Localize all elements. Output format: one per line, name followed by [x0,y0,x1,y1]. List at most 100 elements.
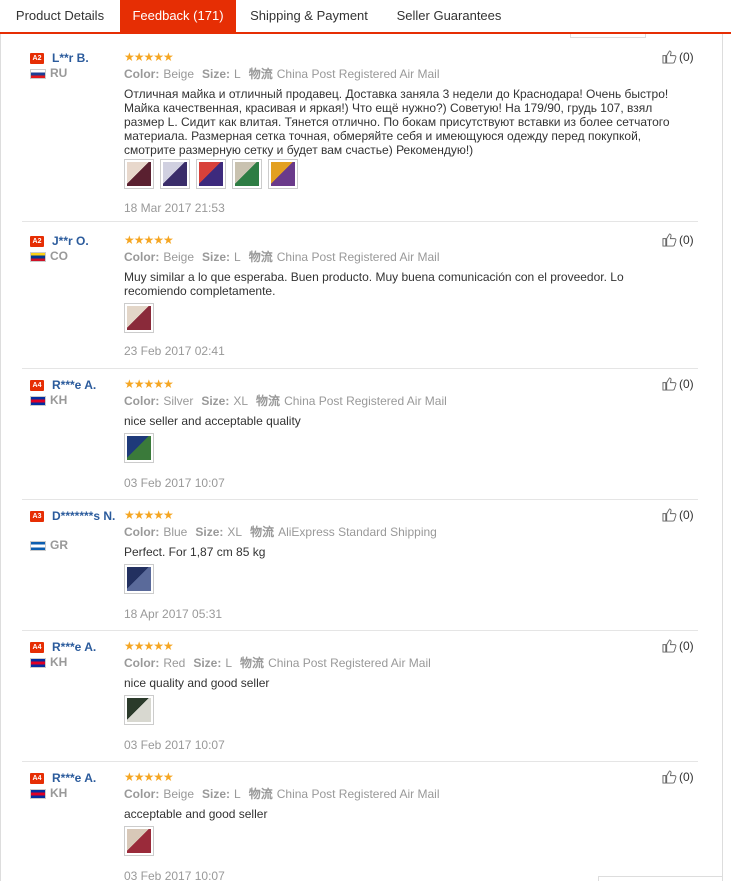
buyer-country: KH [50,655,68,669]
review-photo-thumbnail[interactable] [124,433,154,463]
thumbs-up-icon [662,770,677,784]
review-photo-thumbnail[interactable] [124,826,154,856]
buyer-name[interactable]: D*******s N. [52,509,132,523]
star-rating: ★★★★★ [124,770,174,784]
review-photo-image [127,567,151,591]
review-text: nice quality and good seller [124,676,270,690]
helpful-count: (0) [679,639,694,653]
star-rating: ★★★★★ [124,377,174,391]
review-photos [124,159,298,189]
buyer-name[interactable]: R***e A. [52,378,132,392]
shipping-value: China Post Registered Air Mail [276,67,440,81]
shipping-value: AliExpress Standard Shipping [278,525,437,539]
country-flag-icon [30,789,46,799]
review-date: 03 Feb 2017 10:07 [124,476,225,490]
buyer-level-badge: A3 [30,511,44,522]
tab-feedback[interactable]: Feedback (171) [120,0,236,32]
review-photo-thumbnail[interactable] [160,159,190,189]
buyer-level-badge: A2 [30,236,44,247]
review-photo-thumbnail[interactable] [124,159,154,189]
tab-shipping-payment[interactable]: Shipping & Payment [236,0,382,32]
size-value: L [234,787,241,801]
helpful-button[interactable]: (0) [662,639,694,653]
color-value: Beige [163,787,195,801]
size-value: L [234,250,241,264]
review-photos [124,826,154,856]
buyer-name[interactable]: J**r O. [52,234,132,248]
color-value: Beige [163,67,195,81]
shipping-label: 物流 [248,250,273,264]
review-photo-image [271,162,295,186]
review-photo-thumbnail[interactable] [268,159,298,189]
tab-product-details[interactable]: Product Details [0,0,120,32]
color-value: Beige [163,250,195,264]
review-photos [124,433,154,463]
review-item: A4 R***e A. KH ★★★★★ Color: Beige Size: L 物流 Chin… [22,770,698,881]
review-date: 18 Apr 2017 05:31 [124,607,223,621]
thumbs-up-icon [662,50,677,64]
tab-bar: Product Details Feedback (171) Shipping … [0,0,731,34]
shipping-label: 物流 [250,525,275,539]
helpful-count: (0) [679,508,694,522]
size-label: Size: [195,525,224,539]
review-date: 03 Feb 2017 10:07 [124,738,225,752]
order-info: Color: Silver Size: XL 物流 China Post Register… [124,392,455,409]
order-info: Color: Beige Size: L 物流 China Post Registered… [124,248,448,265]
helpful-count: (0) [679,233,694,247]
size-value: XL [233,394,249,408]
review-photo-thumbnail[interactable] [124,303,154,333]
review-photo-image [127,698,151,722]
review-date: 23 Feb 2017 02:41 [124,344,225,358]
review-photo-image [163,162,187,186]
helpful-button[interactable]: (0) [662,770,694,784]
color-label: Color: [124,656,160,670]
pagination-edge [598,876,722,881]
country-flag-icon [30,658,46,668]
review-photo-image [127,436,151,460]
buyer-name[interactable]: R***e A. [52,771,132,785]
color-value: Red [163,656,186,670]
helpful-button[interactable]: (0) [662,508,694,522]
shipping-label: 物流 [248,67,273,81]
review-text: acceptable and good seller [124,807,268,821]
buyer-country: RU [50,66,68,80]
buyer-country: KH [50,786,68,800]
review-item: A4 R***e A. KH ★★★★★ Color: Red Size: L 物流 China … [22,639,698,762]
buyer-name[interactable]: R***e A. [52,640,132,654]
review-photo-image [199,162,223,186]
country-flag-icon [30,252,46,262]
review-photo-thumbnail[interactable] [124,695,154,725]
order-info: Color: Blue Size: XL 物流 AliExpress Standard S… [124,523,445,540]
frame-border-right [722,34,723,881]
review-photo-thumbnail[interactable] [124,564,154,594]
shipping-label: 物流 [256,394,281,408]
helpful-button[interactable]: (0) [662,233,694,247]
review-date: 03 Feb 2017 10:07 [124,869,225,881]
review-photo-thumbnail[interactable] [196,159,226,189]
buyer-name[interactable]: L**r B. [52,51,132,65]
review-photo-image [235,162,259,186]
review-photo-thumbnail[interactable] [232,159,262,189]
country-flag-icon [30,69,46,79]
frame-border-left [0,34,1,881]
review-date: 18 Mar 2017 21:53 [124,201,225,215]
helpful-button[interactable]: (0) [662,377,694,391]
review-text: nice seller and acceptable quality [124,414,301,428]
size-label: Size: [201,394,230,408]
shipping-value: China Post Registered Air Mail [284,394,447,408]
helpful-count: (0) [679,377,694,391]
tab-seller-guarantees[interactable]: Seller Guarantees [382,0,516,32]
shipping-value: China Post Registered Air Mail [268,656,431,670]
buyer-level-badge: A2 [30,53,44,64]
country-flag-icon [30,541,46,551]
helpful-count: (0) [679,770,694,784]
color-label: Color: [124,787,160,801]
size-label: Size: [193,656,222,670]
star-rating: ★★★★★ [124,50,174,64]
star-rating: ★★★★★ [124,639,174,653]
review-text: Perfect. For 1,87 cm 85 kg [124,545,266,559]
review-text: Отличная майка и отличный продавец. Дост… [124,87,670,157]
buyer-level-badge: A4 [30,773,44,784]
size-value: XL [227,525,243,539]
helpful-button[interactable]: (0) [662,50,694,64]
